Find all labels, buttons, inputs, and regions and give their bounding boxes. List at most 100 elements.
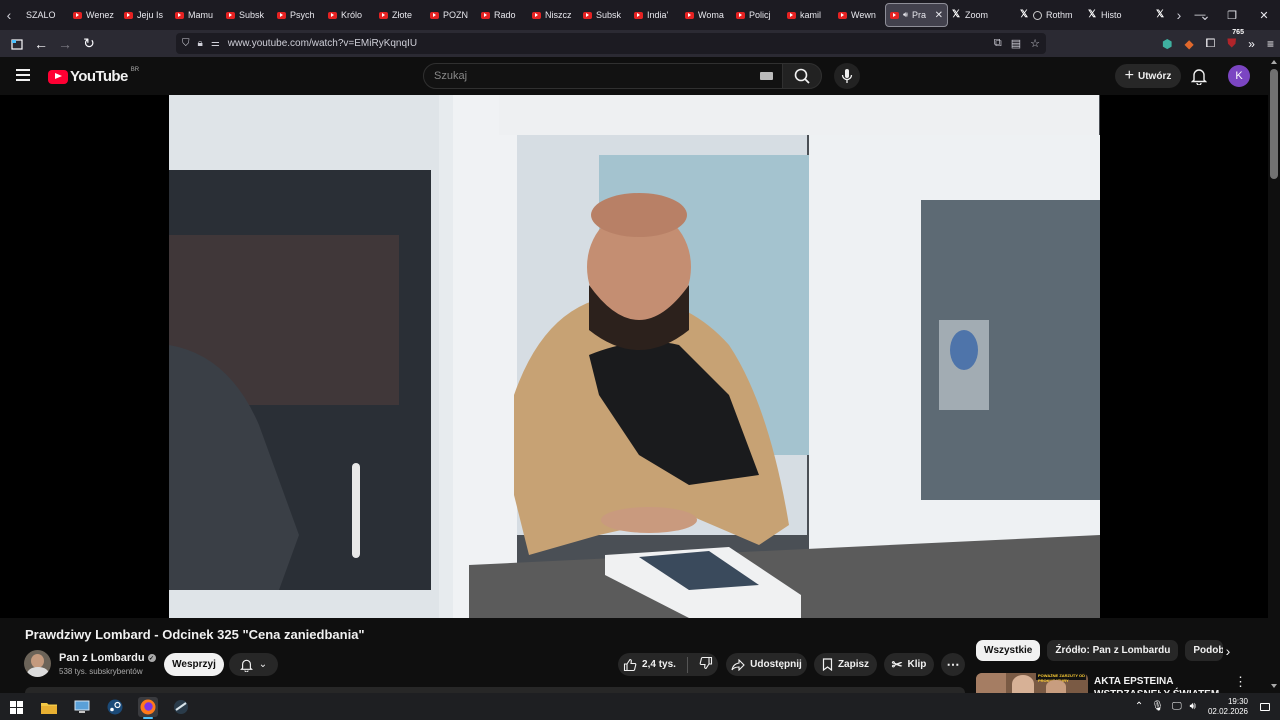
ublock-extension-icon[interactable]: ⛊ 765 — [1227, 29, 1244, 51]
x-icon: 𝕏 — [1156, 9, 1165, 20]
scroll-down-arrow-icon[interactable] — [1271, 684, 1277, 688]
browser-tab[interactable]: Niszcz — [528, 3, 579, 27]
keyboard-icon[interactable] — [760, 72, 773, 80]
clip-button[interactable]: ✂ Klip — [884, 653, 934, 676]
browser-tab[interactable]: Jeju Is — [120, 3, 171, 27]
video-frame[interactable] — [169, 95, 1100, 618]
tracking-shield-icon[interactable]: ⛉ — [182, 38, 190, 49]
browser-tab[interactable]: Policj — [732, 3, 783, 27]
share-button[interactable]: Udostępnij — [726, 653, 807, 676]
chip-source-channel[interactable]: Źródło: Pan z Lombardu — [1047, 640, 1179, 661]
browser-tab[interactable]: Psych — [273, 3, 324, 27]
browser-tab[interactable]: Woma — [681, 3, 732, 27]
app-menu-icon[interactable]: ≡ — [1267, 37, 1274, 51]
notification-center-icon[interactable] — [1260, 702, 1270, 711]
browser-tab[interactable]: 𝕏 Histo — [1084, 3, 1152, 27]
browser-tab[interactable]: Wewn — [834, 3, 885, 27]
browser-tab[interactable]: Subsk — [222, 3, 273, 27]
minimize-button[interactable]: — — [1184, 0, 1216, 30]
start-button[interactable] — [6, 697, 26, 717]
save-button[interactable]: Zapisz — [814, 653, 877, 676]
reload-button[interactable]: ↻ — [77, 32, 101, 56]
fox-extension-icon[interactable]: ◆ — [1184, 37, 1193, 51]
chip-all[interactable]: Wszystkie — [976, 640, 1041, 661]
picture-in-picture-icon[interactable]: ⧉ — [994, 37, 1002, 50]
browser-tab[interactable]: Wenez — [69, 3, 120, 27]
browser-tab-active[interactable]: 🔊︎ Pra ✕ — [885, 3, 948, 27]
pinned-app-icon[interactable] — [171, 697, 191, 717]
network-icon[interactable]: 🖵 — [1172, 701, 1182, 712]
browser-tab[interactable]: Rado — [477, 3, 528, 27]
youtube-logo[interactable]: YouTube BR — [48, 67, 139, 85]
permissions-icon[interactable]: ⚌ — [211, 38, 220, 49]
browser-tab[interactable]: Mamu — [171, 3, 222, 27]
more-actions-button[interactable]: ⋯ — [941, 653, 965, 676]
restore-button[interactable]: ❐ — [1216, 0, 1248, 30]
browser-tab[interactable]: POZN — [426, 3, 477, 27]
extensions-puzzle-icon[interactable]: ⧠ — [1206, 36, 1216, 51]
voice-search-button[interactable] — [834, 63, 860, 89]
page-scrollbar[interactable] — [1268, 57, 1280, 693]
youtube-icon — [532, 11, 541, 19]
volume-icon[interactable]: 🔊︎ — [1190, 701, 1196, 712]
search-placeholder: Szukaj — [434, 70, 468, 82]
channel-avatar[interactable] — [24, 650, 51, 677]
verified-check-icon: ✓ — [147, 654, 156, 662]
search-button[interactable] — [782, 63, 822, 89]
channel-name-link[interactable]: Pan z Lombardu ✓ — [59, 652, 156, 664]
search-input[interactable]: Szukaj — [423, 63, 786, 89]
browser-tab[interactable]: Złote — [375, 3, 426, 27]
support-button[interactable]: Wesprzyj — [164, 653, 224, 676]
browser-tab[interactable]: kamil — [783, 3, 834, 27]
recommendation-menu-icon[interactable]: ⋮ — [1234, 674, 1247, 690]
recommendation-thumbnail[interactable]: POWAŻNE ZARZUTY OD PROKURATURY — [976, 673, 1088, 693]
video-player[interactable] — [0, 95, 1268, 618]
guide-menu-icon[interactable] — [16, 69, 30, 81]
clock-date: 02.02.2026 — [1207, 706, 1248, 716]
recommendation-title[interactable]: AKTA EPSTEINA WSTRZĄSNĘŁY ŚWIATEM — [1094, 675, 1220, 693]
dislike-button[interactable] — [699, 656, 713, 673]
scrollbar-thumb[interactable] — [1270, 69, 1278, 179]
clock[interactable]: 19:30 02.02.2026 — [1208, 697, 1248, 717]
browser-toolbar: ← → ↻ ⛉ 🔒︎ ⚌ www.youtube.com/watch?v=EMi… — [0, 29, 1280, 57]
account-avatar[interactable]: K — [1228, 65, 1250, 87]
address-bar[interactable]: ⛉ 🔒︎ ⚌ www.youtube.com/watch?v=EMiRyKqnq… — [176, 33, 1046, 54]
browser-tab[interactable]: SZALO — [18, 3, 69, 27]
forward-button[interactable]: → — [53, 32, 77, 56]
browser-tab[interactable]: Subsk — [579, 3, 630, 27]
browser-tab[interactable]: 𝕏 Zoom — [948, 3, 1016, 27]
firefox-icon[interactable] — [138, 697, 158, 719]
computer-app-icon[interactable] — [72, 697, 92, 717]
tab-label: Mamu — [188, 10, 214, 20]
reader-view-icon[interactable]: ▤ — [1011, 37, 1021, 50]
sidebar-toggle-icon[interactable] — [5, 32, 29, 56]
bookmark-star-icon[interactable]: ☆ — [1030, 37, 1040, 50]
tab-label: Subsk — [596, 10, 622, 20]
microphone-tray-icon[interactable]: 🎙︎ — [1151, 701, 1164, 712]
overflow-menu-icon[interactable]: » — [1248, 37, 1255, 51]
like-button[interactable]: 2,4 tys. — [623, 658, 676, 672]
tabs-scroll-left-button[interactable]: ‹ — [0, 0, 18, 30]
vpn-extension-icon[interactable]: ⬢ — [1162, 37, 1172, 51]
create-button[interactable]: + Utwórz — [1115, 64, 1181, 88]
tab-label: Policj — [749, 10, 771, 20]
file-explorer-icon[interactable] — [39, 697, 59, 717]
lock-icon[interactable]: 🔒︎ — [198, 38, 203, 49]
tab-label: Rothm — [1046, 10, 1073, 20]
chips-next-icon[interactable]: › — [1219, 642, 1237, 660]
tray-expand-icon[interactable]: ⌃ — [1135, 701, 1143, 712]
browser-tab[interactable]: 𝕏 Rothm — [1016, 3, 1084, 27]
close-window-button[interactable]: ✕ — [1248, 0, 1280, 30]
browser-tab-partial[interactable]: 𝕏 — [1152, 3, 1166, 27]
scroll-up-arrow-icon[interactable] — [1271, 60, 1277, 64]
notification-settings-button[interactable]: ⌄ — [229, 653, 278, 676]
tab-label: kamil — [800, 10, 822, 20]
browser-tab[interactable]: India' — [630, 3, 681, 27]
notifications-bell-icon[interactable] — [1190, 67, 1208, 86]
browser-tab[interactable]: Królo — [324, 3, 375, 27]
speaker-icon[interactable]: 🔊︎ — [903, 10, 908, 20]
steam-icon[interactable] — [105, 697, 125, 717]
chip-related[interactable]: Podobne — [1185, 640, 1224, 661]
close-tab-icon[interactable]: ✕ — [935, 10, 943, 21]
back-button[interactable]: ← — [29, 32, 53, 56]
